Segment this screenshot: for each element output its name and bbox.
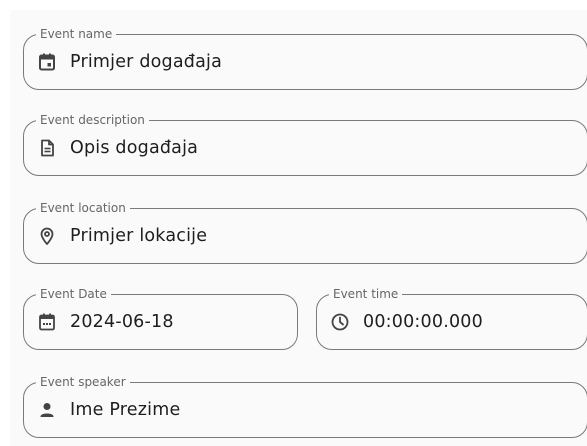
event-location-field[interactable]: Event location Primjer lokacije (23, 200, 587, 264)
event-speaker-input[interactable]: Ime Prezime (70, 383, 180, 437)
event-date-input[interactable]: 2024-06-18 (70, 295, 174, 349)
event-time-field[interactable]: Event time 00:00:00.000 (316, 286, 587, 350)
event-description-field[interactable]: Event description Opis događaja (23, 112, 587, 176)
event-name-field[interactable]: Event name Primjer događaja (23, 26, 587, 90)
event-time-input[interactable]: 00:00:00.000 (363, 295, 483, 349)
clock-icon (329, 311, 351, 333)
event-speaker-field[interactable]: Event speaker Ime Prezime (23, 374, 587, 438)
document-icon (36, 137, 58, 159)
event-description-input[interactable]: Opis događaja (70, 121, 198, 175)
event-form: Event name Primjer događaja Event descri… (10, 10, 587, 446)
event-name-input[interactable]: Primjer događaja (70, 35, 222, 89)
calendar-icon (36, 311, 58, 333)
location-pin-icon (36, 225, 58, 247)
calendar-event-icon (36, 51, 58, 73)
event-location-input[interactable]: Primjer lokacije (70, 209, 207, 263)
person-icon (36, 399, 58, 421)
event-date-field[interactable]: Event Date 2024-06-18 (23, 286, 298, 350)
